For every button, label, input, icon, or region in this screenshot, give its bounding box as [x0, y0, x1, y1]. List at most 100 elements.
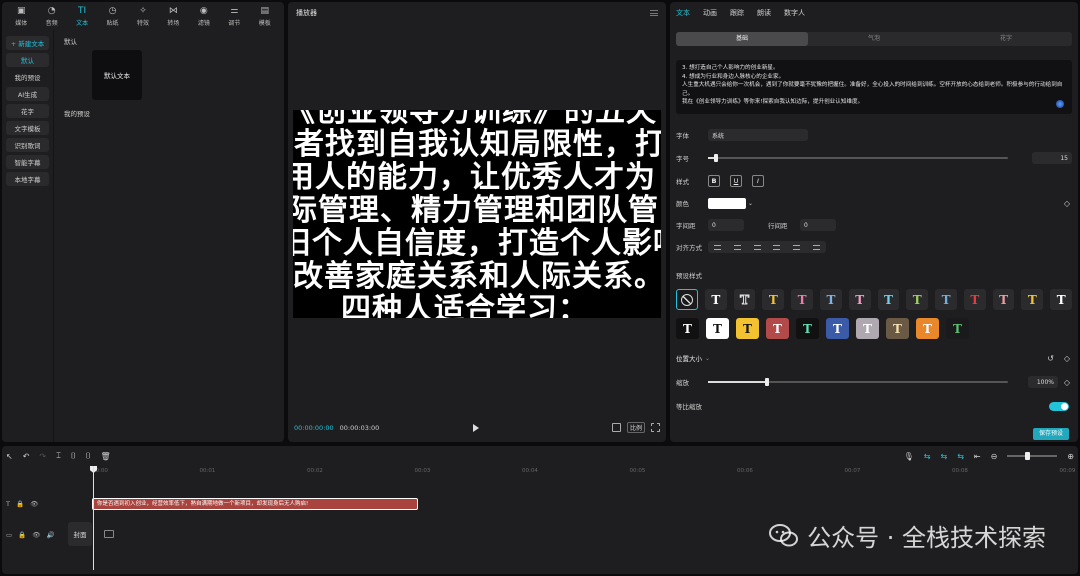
- preset-style-1-12[interactable]: T: [1021, 289, 1044, 310]
- color-swatch[interactable]: [708, 197, 746, 209]
- ai-assistant-icon[interactable]: [1056, 100, 1064, 108]
- video-preview[interactable]: 《创业领导力训练》的五天 之者找到自我认知局限性，打 人用人的能力，让优秀人才为 际管…: [293, 110, 661, 318]
- subtab-1[interactable]: 气泡: [808, 32, 940, 46]
- font-size-slider[interactable]: [708, 154, 1008, 162]
- font-select[interactable]: 系统: [708, 129, 808, 141]
- keyframe-icon[interactable]: ◇: [1064, 378, 1070, 387]
- chevron-down-icon[interactable]: ⌄: [748, 200, 753, 207]
- text-clip[interactable]: 你是否遇到初入创业，经营效率低下，熟自满期地做一个新项目，却发现身后无人购启!: [92, 498, 418, 510]
- zoom-knob[interactable]: [1025, 452, 1031, 460]
- preset-style-2-1[interactable]: T: [706, 318, 729, 339]
- category-5[interactable]: 文字模板: [6, 121, 49, 135]
- split-right-icon[interactable]: ⌷: [86, 451, 91, 461]
- preset-style-1-8[interactable]: T: [906, 289, 929, 310]
- tab-1[interactable]: 动画: [703, 8, 717, 18]
- category-2[interactable]: 我的预设: [6, 70, 49, 84]
- cover-button[interactable]: 封面: [68, 522, 92, 546]
- preset-style-2-2[interactable]: T: [736, 318, 759, 339]
- italic-button[interactable]: I: [752, 175, 764, 187]
- preset-style-1-10[interactable]: T: [963, 289, 986, 310]
- nav-text[interactable]: TI 文本: [67, 6, 97, 27]
- font-size-knob[interactable]: [714, 154, 718, 162]
- split-preview-icon[interactable]: ⇤: [974, 452, 981, 461]
- fullscreen-icon[interactable]: [651, 423, 660, 432]
- preset-style-2-8[interactable]: T: [916, 318, 939, 339]
- eye-icon[interactable]: 👁: [32, 531, 40, 539]
- split-icon[interactable]: ⌶: [56, 451, 61, 461]
- delete-icon[interactable]: 🗑: [101, 452, 111, 461]
- category-4[interactable]: 花字: [6, 104, 49, 118]
- nav-effects[interactable]: ✧ 特效: [128, 6, 158, 27]
- align-bottom-button[interactable]: [806, 241, 826, 253]
- microphone-icon[interactable]: 🎙: [904, 452, 914, 461]
- category-1[interactable]: 默认: [6, 53, 49, 67]
- category-6[interactable]: 识别歌词: [6, 138, 49, 152]
- audio-icon[interactable]: 🔊: [47, 531, 55, 539]
- preset-style-2-6[interactable]: T: [856, 318, 879, 339]
- preset-style-1-7[interactable]: T: [877, 289, 900, 310]
- nav-audio[interactable]: ◔ 音频: [36, 6, 66, 27]
- preset-style-1-5[interactable]: T: [820, 289, 842, 310]
- preset-style-1-6[interactable]: T: [848, 289, 871, 310]
- underline-button[interactable]: U: [730, 175, 742, 187]
- char-spacing-input[interactable]: 0: [708, 219, 744, 231]
- font-size-input[interactable]: 15: [1032, 152, 1072, 164]
- undo-icon[interactable]: ↶: [23, 452, 30, 461]
- preset-style-1-4[interactable]: T: [791, 289, 814, 310]
- default-text-tile[interactable]: 默认文本: [92, 50, 142, 100]
- ratio-button[interactable]: 比例: [626, 422, 645, 433]
- preset-style-1-1[interactable]: T: [704, 289, 727, 310]
- tab-4[interactable]: 数字人: [784, 8, 805, 18]
- category-7[interactable]: 智能字幕: [6, 155, 49, 169]
- text-content-editor[interactable]: 3. 想打造自己个人影响力的创业新星。 4. 想成为行业和身边人脉核心的企业家。人…: [676, 60, 1072, 114]
- subtab-2[interactable]: 花字: [940, 32, 1072, 46]
- link-preview-icon[interactable]: ⇆: [957, 452, 964, 461]
- keyframe-icon[interactable]: ◇: [1064, 354, 1070, 363]
- preset-style-2-3[interactable]: T: [766, 318, 789, 339]
- scale-input[interactable]: 100%: [1028, 376, 1058, 388]
- keyframe-icon[interactable]: ◇: [1064, 199, 1070, 208]
- tab-2[interactable]: 跟踪: [730, 8, 744, 18]
- link-snap-icon[interactable]: ⇆: [940, 452, 947, 461]
- preset-style-2-4[interactable]: T: [796, 318, 819, 339]
- redo-icon[interactable]: ↷: [39, 452, 46, 461]
- zoom-slider[interactable]: [1007, 452, 1058, 460]
- zoom-out-icon[interactable]: ⊖: [991, 452, 998, 461]
- tab-0[interactable]: 文本: [676, 8, 690, 18]
- preset-style-1-9[interactable]: T: [935, 289, 957, 310]
- preset-style-1-0[interactable]: [676, 289, 698, 310]
- eye-icon[interactable]: 👁: [30, 500, 38, 508]
- ratio-lock-toggle[interactable]: [1049, 402, 1069, 411]
- category-3[interactable]: AI生成: [6, 87, 49, 101]
- preset-style-2-7[interactable]: T: [886, 318, 909, 339]
- bold-button[interactable]: B: [708, 175, 720, 187]
- play-icon[interactable]: [473, 424, 479, 432]
- save-preset-button[interactable]: 保存预设: [1032, 428, 1069, 440]
- playhead[interactable]: [93, 466, 94, 570]
- category-0[interactable]: + 新建文本: [6, 36, 49, 50]
- align-center-button[interactable]: [728, 241, 748, 253]
- nav-sticker[interactable]: ◷ 贴纸: [97, 6, 127, 27]
- align-left-button[interactable]: [708, 241, 728, 253]
- lock-icon[interactable]: 🔒: [18, 531, 26, 539]
- link-main-icon[interactable]: ⇆: [924, 452, 931, 461]
- nav-template[interactable]: ▤ 模板: [250, 6, 280, 27]
- preset-style-1-2[interactable]: T: [733, 289, 756, 310]
- nav-transition[interactable]: ⋈ 转场: [158, 6, 188, 27]
- scale-knob[interactable]: [765, 378, 769, 386]
- subtab-0[interactable]: 基础: [676, 32, 808, 46]
- align-middle-button[interactable]: [787, 241, 807, 253]
- align-top-button[interactable]: [767, 241, 787, 253]
- preset-style-1-3[interactable]: T: [762, 289, 785, 310]
- tab-3[interactable]: 朗读: [757, 8, 771, 18]
- menu-icon[interactable]: [650, 10, 658, 16]
- preset-style-1-13[interactable]: T: [1050, 289, 1073, 310]
- line-spacing-input[interactable]: 0: [800, 219, 836, 231]
- reset-icon[interactable]: ↺: [1047, 354, 1054, 363]
- scale-slider[interactable]: [708, 378, 1008, 386]
- preset-style-2-5[interactable]: T: [826, 318, 849, 339]
- fit-screen-icon[interactable]: [611, 423, 621, 432]
- nav-media[interactable]: ▣ 媒体: [6, 6, 36, 27]
- preset-style-2-0[interactable]: T: [676, 318, 699, 339]
- preset-style-2-9[interactable]: T: [946, 318, 969, 339]
